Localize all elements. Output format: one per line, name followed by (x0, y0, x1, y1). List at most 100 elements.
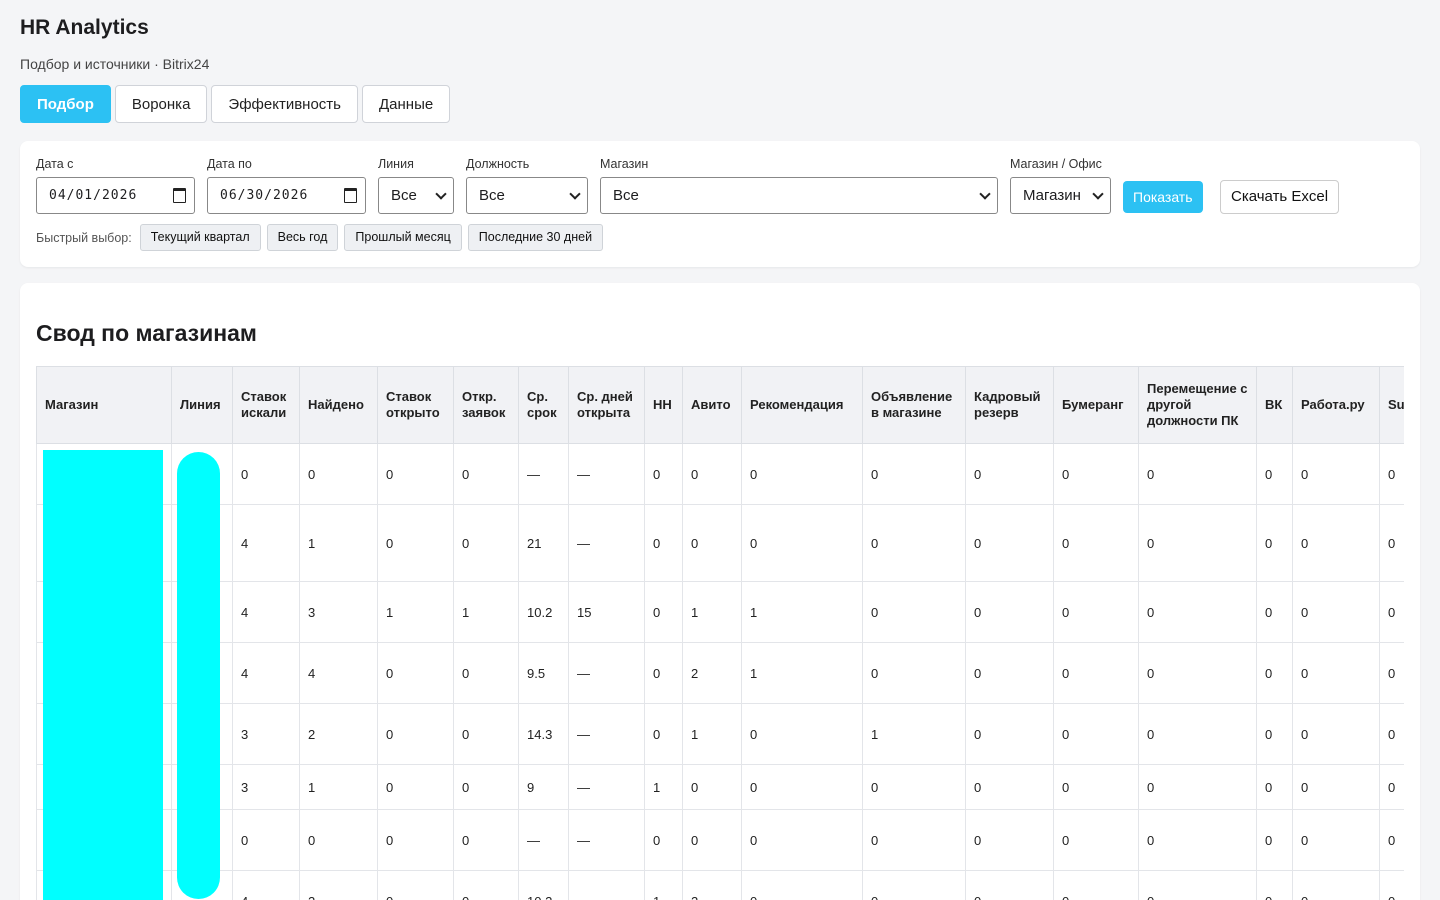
table-cell: 0 (1053, 764, 1139, 810)
table-cell: 0 (299, 809, 378, 871)
table-cell: 0 (377, 703, 454, 765)
table-cell: 0 (1292, 581, 1380, 643)
column-header: Откр. заявок (453, 366, 519, 444)
table-cell: — (568, 504, 645, 582)
table-cell: 0 (1379, 581, 1404, 643)
table-header-row: Магазин Линия Ставок искали Найдено Ставок о… (36, 366, 1404, 444)
table-cell: 0 (1138, 642, 1257, 704)
table-cell: 0 (741, 764, 863, 810)
summary-table-scroll[interactable]: Магазин Линия Ставок искали Найдено Ставок о… (36, 366, 1404, 900)
table-cell: 0 (1256, 443, 1293, 505)
store-select[interactable]: Все (600, 177, 998, 214)
store-label: Магазин (600, 157, 649, 171)
table-row[interactable]: 0 0 0 0— —0 0 0 0 0 0 0 0 0 0 (36, 443, 1404, 505)
table-cell: — (568, 703, 645, 765)
date-to-value: 06/30/2026 (220, 188, 309, 203)
column-header: Объявление в магазине (862, 366, 966, 444)
chevron-down-icon (1092, 187, 1104, 200)
tab-dannye[interactable]: Данные (362, 85, 451, 123)
table-cell: 0 (1292, 870, 1380, 900)
table-cell: 0 (232, 809, 300, 871)
table-cell: 2 (299, 870, 378, 900)
table-row[interactable]: 3 2 0 0 14.3—0 1 0 1 0 0 0 0 0 0 (36, 703, 1404, 765)
date-from-input[interactable]: 04/01/2026 (36, 177, 195, 214)
table-row[interactable]: 4 4 0 0 9.5—0 2 1 0 0 0 0 0 0 0 (36, 642, 1404, 704)
table-cell: 0 (1256, 581, 1293, 643)
date-to-input[interactable]: 06/30/2026 (207, 177, 366, 214)
table-cell: 0 (1379, 764, 1404, 810)
table-cell: 0 (1379, 642, 1404, 704)
table-row[interactable]: 4 1 0 0 21—0 0 0 0 0 0 0 0 0 0 (36, 504, 1404, 582)
calendar-icon[interactable] (344, 188, 357, 203)
table-cell: 0 (741, 443, 863, 505)
table-cell: 1 (377, 581, 454, 643)
quick-last-30-days[interactable]: Последние 30 дней (467, 224, 604, 251)
tab-podbor[interactable]: Подбор (20, 85, 111, 123)
table-cell: 4 (299, 642, 378, 704)
table-cell: 0 (377, 809, 454, 871)
table-cell: 4 (232, 504, 300, 582)
table-cell: 0 (453, 870, 519, 900)
table-cell: 1 (862, 703, 966, 765)
table-cell: 0 (1256, 642, 1293, 704)
table-cell: — (568, 642, 645, 704)
table-cell: 0 (862, 581, 966, 643)
position-label: Должность (466, 157, 530, 171)
redacted-line-values (177, 452, 220, 899)
table-cell: 0 (453, 764, 519, 810)
line-label: Линия (378, 157, 414, 171)
table-cell: 3 (232, 764, 300, 810)
table-cell: 4 (232, 870, 300, 900)
store-office-select[interactable]: Магазин (1010, 177, 1111, 214)
store-field: Магазин Все (600, 157, 998, 214)
chevron-down-icon (569, 187, 581, 200)
main-tabs: Подбор Воронка Эффективность Данные (20, 85, 451, 123)
table-cell: 1 (299, 504, 378, 582)
table-cell: 0 (377, 870, 454, 900)
table-cell: 0 (377, 504, 454, 582)
table-row[interactable]: 0 0 0 0— —0 0 0 0 0 0 0 0 0 0 (36, 809, 1404, 871)
table-cell: 0 (1379, 703, 1404, 765)
table-cell: 0 (1379, 443, 1404, 505)
line-value: Все (391, 187, 417, 204)
column-header: Ставок открыто (377, 366, 454, 444)
column-header: Работа.ру (1292, 366, 1380, 444)
table-row[interactable]: 420010.21200000000 (36, 870, 1404, 900)
tab-voronka[interactable]: Воронка (114, 85, 208, 123)
table-cell: 0 (1053, 703, 1139, 765)
table-cell: 2 (299, 703, 378, 765)
table-row[interactable]: 4 3 1 1 10.2 15 0 1 1 0 0 0 0 0 0 0 (36, 581, 1404, 643)
table-cell: 0 (1292, 764, 1380, 810)
table-cell: 1 (644, 870, 683, 900)
table-cell: 9 (518, 764, 569, 810)
summary-table: Магазин Линия Ставок искали Найдено Ставок о… (36, 366, 1404, 900)
table-cell: 0 (377, 764, 454, 810)
column-header: Ср. дней открыта (568, 366, 645, 444)
table-cell: — (568, 443, 645, 505)
table-cell: 2 (682, 642, 742, 704)
table-cell: 9.5 (518, 642, 569, 704)
table-cell: 0 (1292, 443, 1380, 505)
show-button[interactable]: Показать (1123, 181, 1203, 213)
calendar-icon[interactable] (173, 188, 186, 203)
table-cell: 0 (862, 504, 966, 582)
quick-last-month[interactable]: Прошлый месяц (344, 224, 462, 251)
table-row[interactable]: 3 1 0 0 9—1 0 0 0 0 0 0 0 0 0 (36, 764, 1404, 810)
table-cell: 0 (377, 642, 454, 704)
quick-current-quarter[interactable]: Текущий квартал (139, 224, 261, 251)
table-cell: 1 (453, 581, 519, 643)
summary-panel: Свод по магазинам Магазин Линия Ставок иск… (20, 283, 1420, 900)
table-cell: 0 (644, 703, 683, 765)
column-header: Авито (682, 366, 742, 444)
table-cell: — (568, 809, 645, 871)
position-select[interactable]: Все (466, 177, 588, 214)
table-cell: 0 (377, 443, 454, 505)
table-cell: 1 (741, 581, 863, 643)
table-cell: 0 (1138, 764, 1257, 810)
tab-effektivnost[interactable]: Эффективность (211, 85, 358, 123)
filter-panel: Дата с 04/01/2026 Дата по 06/30/2026 Лин… (20, 141, 1420, 267)
quick-whole-year[interactable]: Весь год (266, 224, 339, 251)
table-cell: 0 (1379, 504, 1404, 582)
download-excel-button[interactable]: Скачать Excel (1220, 180, 1340, 214)
line-select[interactable]: Все (378, 177, 454, 214)
